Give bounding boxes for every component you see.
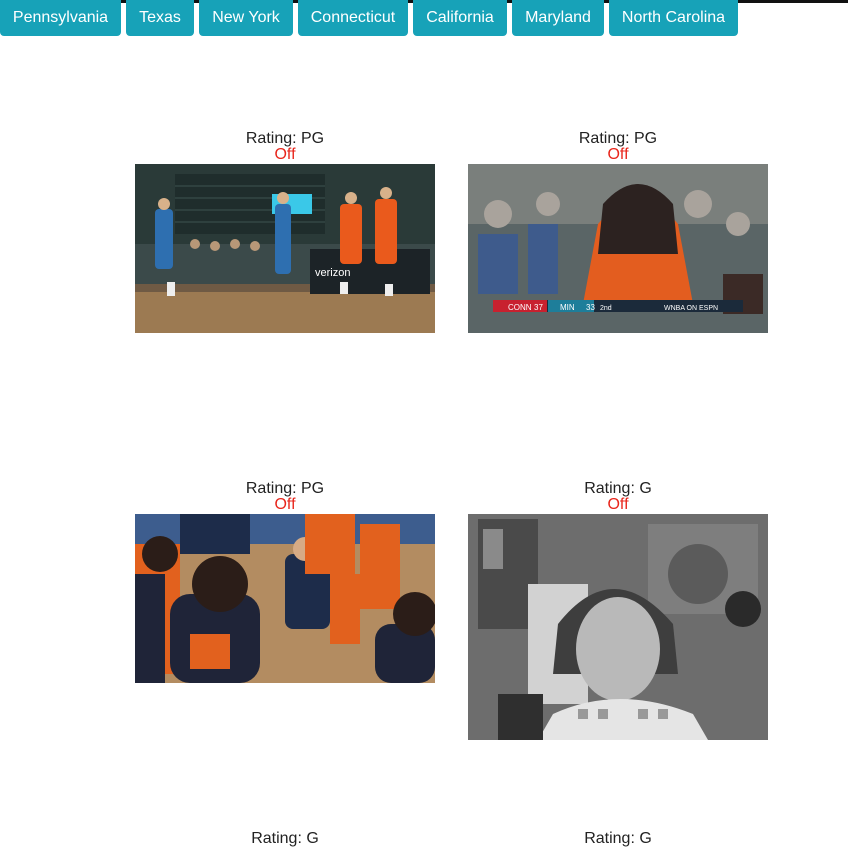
- scoreboard-team1: CONN: [508, 303, 532, 312]
- gif-card: Rating: PG Off verizon: [135, 130, 435, 333]
- gif-thumbnail[interactable]: CONN 37 MIN 33 2nd WNBA ON ESPN: [468, 164, 768, 333]
- tab-texas[interactable]: Texas: [126, 0, 194, 36]
- gif-card: Rating: PG Off CONN 37 MIN 33 2nd WNBA O…: [468, 130, 768, 333]
- tab-new-york[interactable]: New York: [199, 0, 293, 36]
- gif-card: Rating: G: [468, 831, 768, 847]
- gif-card: Rating: G Off: [468, 480, 768, 740]
- status-label: Off: [607, 496, 629, 513]
- court-banner-text: verizon: [315, 267, 350, 279]
- gif-card: Rating: G: [135, 831, 435, 847]
- gif-thumbnail[interactable]: [468, 514, 768, 740]
- tab-maryland[interactable]: Maryland: [512, 0, 604, 36]
- status-label: Off: [607, 146, 629, 163]
- scoreboard-team2: MIN: [560, 303, 575, 312]
- scoreboard-period: 2nd: [600, 305, 612, 312]
- gif-card: Rating: PG Off: [135, 480, 435, 683]
- tab-california[interactable]: California: [413, 0, 507, 36]
- tab-north-carolina[interactable]: North Carolina: [609, 0, 738, 36]
- rating-label: Rating: G: [584, 830, 652, 847]
- scoreboard-network: WNBA ON ESPN: [664, 305, 718, 312]
- rating-label: Rating: G: [251, 830, 319, 847]
- status-label: Off: [274, 496, 296, 513]
- rating-label: Rating: PG: [578, 130, 658, 147]
- gif-thumbnail[interactable]: verizon: [135, 164, 435, 333]
- rating-label: Rating: PG: [245, 480, 325, 497]
- gif-thumbnail[interactable]: [135, 514, 435, 683]
- status-label: Off: [274, 146, 296, 163]
- scoreboard-score1: 37: [534, 303, 543, 312]
- scoreboard-score2: 33: [586, 303, 595, 312]
- rating-label: Rating: PG: [245, 130, 325, 147]
- tab-connecticut[interactable]: Connecticut: [298, 0, 408, 36]
- rating-label: Rating: G: [584, 480, 652, 497]
- tab-pennsylvania[interactable]: Pennsylvania: [0, 0, 121, 36]
